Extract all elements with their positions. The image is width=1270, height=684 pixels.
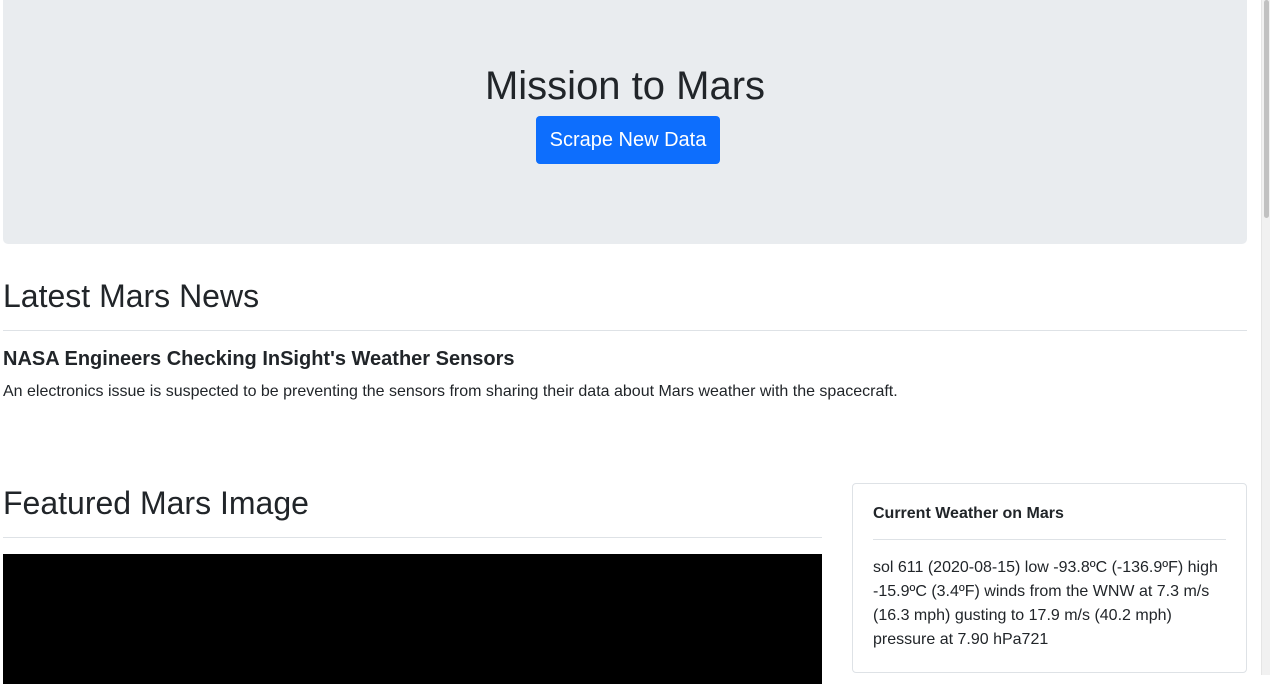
scrape-new-data-button[interactable]: Scrape New Data <box>536 116 720 164</box>
featured-mars-image <box>3 554 822 684</box>
weather-report: sol 611 (2020-08-15) low -93.8ºC (-136.9… <box>873 559 1218 648</box>
news-divider <box>3 330 1247 331</box>
weather-divider <box>873 539 1226 540</box>
featured-section-title: Featured Mars Image <box>3 485 309 521</box>
weather-card: Current Weather on Mars sol 611 (2020-08… <box>852 483 1247 673</box>
news-section-title: Latest Mars News <box>3 278 260 314</box>
page-title: Mission to Mars <box>484 64 766 108</box>
news-teaser: An electronics issue is suspected to be … <box>3 383 898 400</box>
scrollbar-thumb[interactable] <box>1264 0 1269 218</box>
vertical-scrollbar[interactable] <box>1261 0 1270 675</box>
news-headline: NASA Engineers Checking InSight's Weathe… <box>3 348 515 370</box>
featured-divider <box>3 537 822 538</box>
weather-title: Current Weather on Mars <box>873 505 1064 522</box>
jumbotron-header: Mission to Mars Scrape New Data <box>3 0 1247 244</box>
